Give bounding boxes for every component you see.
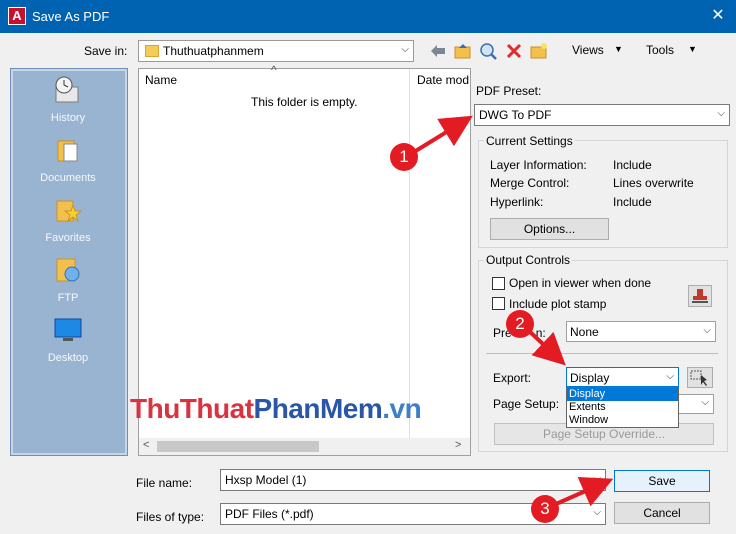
title-bar [0,0,736,33]
folder-icon [145,45,159,57]
divider [486,353,718,354]
page-setup-label: Page Setup: [493,397,560,411]
back-arrow-icon[interactable] [428,41,448,61]
new-folder-icon[interactable] [529,41,549,61]
include-plot-stamp-checkbox[interactable] [492,297,505,310]
views-menu[interactable]: Views [572,43,604,57]
chevron-down-icon: ⌵ [666,371,674,382]
scroll-right-icon[interactable]: > [455,439,461,451]
horizontal-scrollbar[interactable]: < > [139,438,470,455]
save-in-value: Thuthuatphanmem [163,44,264,58]
precision-combo[interactable]: None ⌵ [566,321,716,342]
export-label: Export: [493,371,532,385]
save-in-label: Save in: [84,44,128,58]
chevron-down-icon: ⌵ [593,473,601,484]
documents-icon [57,140,78,162]
file-type-value: PDF Files (*.pdf) [225,507,314,521]
export-window-pick-button[interactable] [687,367,713,388]
hyperlink-label: Hyperlink: [490,195,544,209]
scroll-thumb[interactable] [157,441,319,452]
column-header-date[interactable]: Date mod [417,73,469,87]
hyperlink-value: Include [613,195,652,209]
window-title: Save As PDF [32,9,110,24]
annotation-badge-3: 3 [531,495,559,523]
export-combo[interactable]: Display ⌵ [566,367,679,387]
export-dropdown-list[interactable]: Display Extents Window [566,387,679,428]
file-name-value: Hxsp Model (1) [225,473,307,487]
export-option-display[interactable]: Display [567,388,678,401]
open-in-viewer-label[interactable]: Open in viewer when done [509,276,651,290]
column-divider[interactable] [409,69,410,439]
sort-caret-icon: ^ [271,63,277,77]
pdf-preset-label: PDF Preset: [476,84,542,98]
chevron-down-icon: ⌵ [717,108,725,119]
places-sidebar: History Documents Favorites FTP Desktop [10,68,128,456]
stamp-icon [692,289,708,303]
layer-information-label: Layer Information: [490,158,587,172]
tools-dropdown-icon[interactable]: ▼ [688,44,697,54]
watermark: ThuThuatPhanMem.vn [130,393,422,424]
plot-stamp-settings-button[interactable] [688,285,712,307]
options-button[interactable]: Options... [490,218,609,240]
pick-window-icon [690,370,707,386]
chevron-down-icon: ⌵ [401,44,409,55]
empty-folder-message: This folder is empty. [251,95,358,109]
save-button[interactable]: Save [614,470,710,492]
include-plot-stamp-label[interactable]: Include plot stamp [509,297,606,311]
favorites-icon [56,200,83,223]
pdf-preset-combo[interactable]: DWG To PDF ⌵ [474,104,730,126]
layer-information-value: Include [613,158,652,172]
autocad-app-icon: A [8,7,26,25]
file-name-label: File name: [136,476,193,490]
scroll-left-icon[interactable]: < [143,439,149,451]
search-web-icon[interactable] [478,41,498,61]
up-folder-icon[interactable] [453,41,473,61]
merge-control-label: Merge Control: [490,176,570,190]
current-settings-title: Current Settings [484,134,575,148]
chevron-down-icon: ⌵ [593,507,601,518]
ftp-icon [56,258,80,282]
delete-icon[interactable] [504,41,524,61]
file-name-input[interactable]: Hxsp Model (1) ⌵ [220,469,606,491]
export-value: Display [570,371,610,385]
history-icon [55,76,79,103]
export-option-extents[interactable]: Extents [567,401,678,414]
chevron-down-icon: ⌵ [703,325,711,336]
merge-control-value: Lines overwrite [613,176,694,190]
tools-menu[interactable]: Tools [646,43,674,57]
save-in-combo[interactable]: Thuthuatphanmem ⌵ [138,40,414,62]
open-in-viewer-checkbox[interactable] [492,277,505,290]
precision-value: None [570,325,599,339]
export-option-window[interactable]: Window [567,414,678,427]
chevron-down-icon: ⌵ [701,397,709,408]
desktop-icon [54,318,82,341]
views-dropdown-icon[interactable]: ▼ [614,44,623,54]
close-button[interactable]: ✕ [704,5,732,27]
pdf-preset-value: DWG To PDF [479,108,552,122]
cancel-button[interactable]: Cancel [614,502,710,524]
output-controls-title: Output Controls [484,253,573,267]
annotation-badge-2: 2 [506,310,534,338]
file-type-label: Files of type: [136,510,205,524]
annotation-badge-1: 1 [390,143,418,171]
column-header-name[interactable]: Name [145,73,177,87]
